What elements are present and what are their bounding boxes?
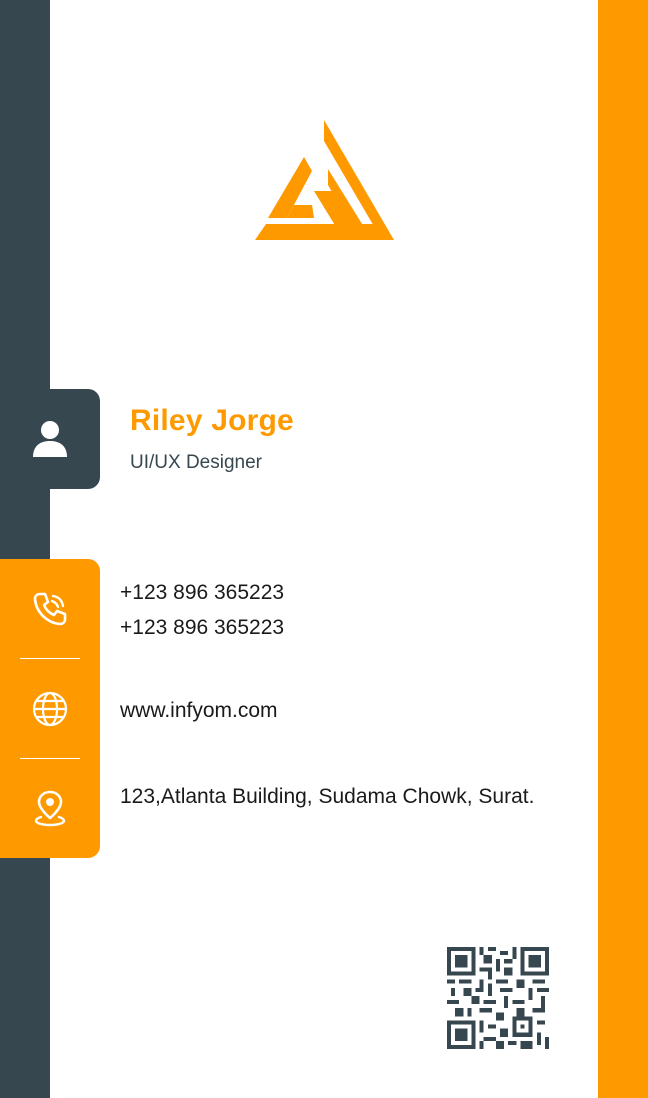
- globe-icon: [32, 691, 68, 727]
- left-accent-bar: [0, 0, 50, 1098]
- phone-number-2[interactable]: +123 896 365223: [120, 610, 284, 645]
- location-pin-icon: [34, 790, 66, 827]
- right-accent-bar: [598, 0, 648, 1098]
- person-name: Riley Jorge: [130, 404, 294, 437]
- person-role: UI/UX Designer: [130, 452, 262, 473]
- phone-icon-cell: [0, 559, 100, 659]
- triangle-logo: [255, 120, 394, 240]
- globe-icon-cell: [0, 659, 100, 759]
- phone-icon: [33, 592, 67, 626]
- contact-icon-tab: [0, 559, 100, 858]
- qr-code: [447, 947, 549, 1049]
- avatar-tab: [0, 389, 100, 489]
- location-icon-cell: [0, 758, 100, 858]
- address-text: 123,Atlanta Building, Sudama Chowk, Sura…: [120, 785, 535, 808]
- phone-number-1[interactable]: +123 896 365223: [120, 575, 284, 610]
- website-link[interactable]: www.infyom.com: [120, 693, 278, 728]
- user-icon: [33, 421, 67, 457]
